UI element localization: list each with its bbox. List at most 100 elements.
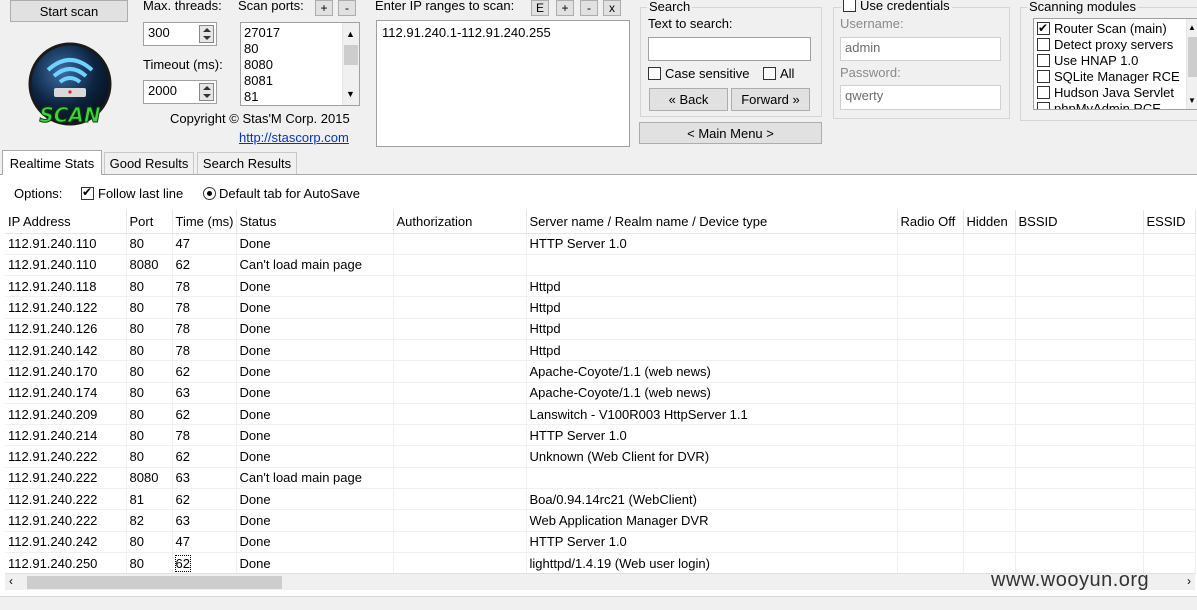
column-header-ip-address[interactable]: IP Address xyxy=(5,210,127,234)
module-item-detect-proxy[interactable]: Detect proxy servers xyxy=(1034,37,1197,53)
stascorp-link[interactable]: http://stascorp.com xyxy=(239,130,349,145)
all-checkbox[interactable]: All xyxy=(763,66,794,81)
edit-range-button[interactable]: E xyxy=(531,0,549,16)
column-header-time-ms[interactable]: Time (ms) xyxy=(172,210,237,234)
ip-ranges-list[interactable]: 112.91.240.1-112.91.240.255 xyxy=(376,20,630,147)
start-scan-button[interactable]: Start scan xyxy=(10,0,128,22)
results-table[interactable]: IP Address Port Time (ms) Status Authorizati… xyxy=(5,210,1196,575)
use-credentials-box[interactable] xyxy=(843,0,856,12)
column-header-server-name[interactable]: Server name / Realm name / Device type xyxy=(526,210,898,234)
module-checkbox[interactable] xyxy=(1037,86,1050,99)
table-row[interactable]: 112.91.240.110 80 47 Done HTTP Server 1.0 xyxy=(5,233,1196,255)
cell-authorization xyxy=(393,382,527,404)
follow-last-line-checkbox[interactable]: Follow last line xyxy=(81,185,183,201)
all-box[interactable] xyxy=(763,67,776,80)
cell-time-ms: 62 xyxy=(172,488,237,511)
tab-realtime-stats[interactable]: Realtime Stats xyxy=(2,150,102,175)
timeout-input[interactable]: 2000 xyxy=(143,80,217,104)
table-row[interactable]: 112.91.240.222 8080 63 Can't load main page xyxy=(5,467,1196,490)
module-checkbox[interactable] xyxy=(1037,20,1050,36)
scrollbar-thumb[interactable] xyxy=(27,576,282,589)
modules-list[interactable]: Router Scan (main) Detect proxy servers … xyxy=(1033,18,1197,110)
table-row[interactable]: 112.91.240.222 82 63 Done Web Application Ma… xyxy=(5,509,1196,532)
max-threads-label: Max. threads: xyxy=(143,0,222,13)
table-row[interactable]: 112.91.240.122 80 78 Done Httpd xyxy=(5,296,1196,319)
tab-search-results[interactable]: Search Results xyxy=(197,152,297,174)
table-row[interactable]: 112.91.240.174 80 63 Done Apache-Coyote/1.1 … xyxy=(5,382,1196,404)
column-header-status[interactable]: Status xyxy=(236,210,394,234)
remove-range-button[interactable]: - xyxy=(580,0,598,16)
ip-range-item[interactable]: 112.91.240.1-112.91.240.255 xyxy=(377,21,629,40)
case-sensitive-box[interactable] xyxy=(648,67,661,80)
column-header-authorization[interactable]: Authorization xyxy=(393,210,527,234)
table-row[interactable]: 112.91.240.126 80 78 Done Httpd xyxy=(5,318,1196,340)
password-input[interactable]: qwerty xyxy=(840,85,1001,110)
table-row[interactable]: 112.91.240.118 80 78 Done Httpd xyxy=(5,275,1196,298)
cell-hidden xyxy=(963,531,1016,553)
table-row[interactable]: 112.91.240.209 80 62 Done Lanswitch - V100R0… xyxy=(5,403,1196,426)
cell-status: Done xyxy=(236,531,394,553)
cell-essid xyxy=(1143,509,1196,532)
table-header-row: IP Address Port Time (ms) Status Authorizati… xyxy=(5,210,1196,234)
cell-status: Done xyxy=(236,424,394,447)
cell-ip-address: 112.91.240.126 xyxy=(5,318,127,340)
column-header-port[interactable]: Port xyxy=(126,210,173,234)
cell-server-name xyxy=(526,254,898,277)
ports-scrollbar[interactable]: ▲ ▼ xyxy=(342,23,359,105)
remove-port-button[interactable]: - xyxy=(338,0,356,16)
cell-status: Done xyxy=(236,360,394,383)
main-menu-button[interactable]: < Main Menu > xyxy=(639,122,822,144)
module-checkbox[interactable] xyxy=(1037,102,1050,109)
use-credentials-checkbox[interactable]: Use credentials xyxy=(841,0,952,13)
cell-server-name: Apache-Coyote/1.1 (web news) xyxy=(526,360,898,383)
max-threads-input[interactable]: 300 xyxy=(143,22,217,46)
options-label: Options: xyxy=(14,186,63,201)
module-item-router-scan[interactable]: Router Scan (main) xyxy=(1034,20,1197,37)
tab-good-results[interactable]: Good Results xyxy=(104,152,194,174)
module-checkbox[interactable] xyxy=(1037,38,1050,51)
scroll-right-icon[interactable]: › xyxy=(1187,574,1191,588)
default-tab-radio-button[interactable] xyxy=(203,187,216,200)
timeout-spinner[interactable] xyxy=(199,83,214,101)
module-item-hudson[interactable]: Hudson Java Servlet xyxy=(1034,85,1197,101)
ports-list[interactable]: 27017 80 8080 8081 81 ▲ ▼ xyxy=(240,22,360,106)
modules-scrollbar[interactable]: ▲ ▼ xyxy=(1186,19,1197,109)
column-header-bssid[interactable]: BSSID xyxy=(1015,210,1144,234)
table-row[interactable]: 112.91.240.222 81 62 Done Boa/0.94.14rc21 (W… xyxy=(5,488,1196,511)
module-checkbox[interactable] xyxy=(1037,70,1050,83)
default-tab-radio[interactable]: Default tab for AutoSave xyxy=(203,186,360,201)
column-header-radio-off[interactable]: Radio Off xyxy=(897,210,964,234)
table-row[interactable]: 112.91.240.110 8080 62 Can't load main page xyxy=(5,254,1196,277)
scroll-up-icon[interactable]: ▲ xyxy=(346,29,355,39)
scroll-up-icon[interactable]: ▲ xyxy=(1188,23,1196,32)
module-label: phpMyAdmin RCE xyxy=(1054,101,1161,110)
module-checkbox[interactable] xyxy=(1037,54,1050,67)
column-header-hidden[interactable]: Hidden xyxy=(963,210,1016,234)
cell-authorization xyxy=(393,531,527,553)
add-port-button[interactable]: + xyxy=(315,0,333,16)
add-range-button[interactable]: + xyxy=(556,0,574,16)
back-button[interactable]: « Back xyxy=(649,88,728,111)
cell-time-ms: 78 xyxy=(172,339,237,362)
cell-server-name: Boa/0.94.14rc21 (WebClient) xyxy=(526,488,898,511)
table-row[interactable]: 112.91.240.170 80 62 Done Apache-Coyote/1.1 … xyxy=(5,360,1196,383)
search-text-input[interactable] xyxy=(648,37,811,61)
scroll-left-icon[interactable]: ‹ xyxy=(9,574,13,588)
clear-ranges-button[interactable]: x xyxy=(603,0,621,16)
column-header-essid[interactable]: ESSID xyxy=(1143,210,1196,234)
table-row[interactable]: 112.91.240.214 80 78 Done HTTP Server 1.0 xyxy=(5,424,1196,447)
module-item-hnap[interactable]: Use HNAP 1.0 xyxy=(1034,53,1197,69)
module-item-sqlite[interactable]: SQLite Manager RCE xyxy=(1034,69,1197,85)
table-row[interactable]: 112.91.240.142 80 78 Done Httpd xyxy=(5,339,1196,362)
scroll-down-icon[interactable]: ▼ xyxy=(346,89,355,99)
scroll-down-icon[interactable]: ▼ xyxy=(1188,96,1196,105)
table-row[interactable]: 112.91.240.242 80 47 Done HTTP Server 1.0 xyxy=(5,531,1196,553)
cell-essid xyxy=(1143,233,1196,255)
table-row[interactable]: 112.91.240.222 80 62 Done Unknown (Web Clien… xyxy=(5,445,1196,468)
forward-button[interactable]: Forward » xyxy=(731,88,810,111)
max-threads-spinner[interactable] xyxy=(199,25,214,43)
case-sensitive-checkbox[interactable]: Case sensitive xyxy=(648,66,750,81)
username-input[interactable]: admin xyxy=(840,37,1001,61)
module-item-phpmyadmin[interactable]: phpMyAdmin RCE xyxy=(1034,101,1197,110)
follow-last-line-box[interactable] xyxy=(81,185,94,200)
